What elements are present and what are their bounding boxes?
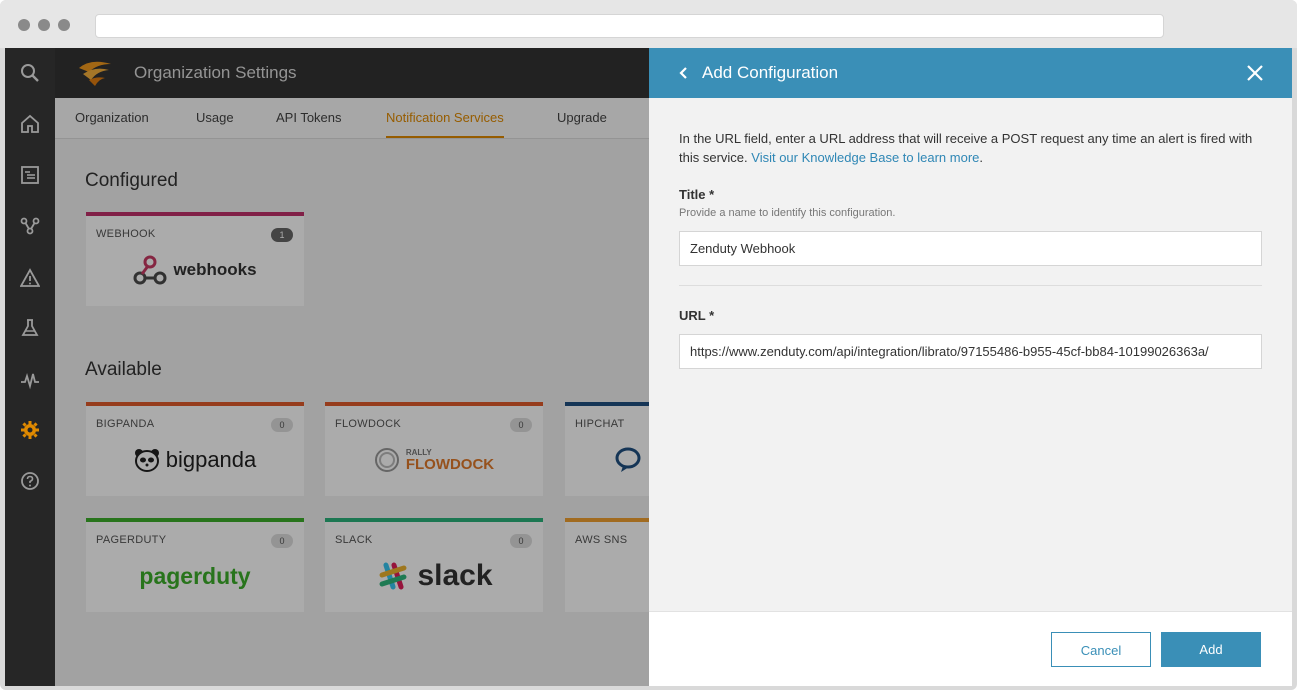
title-input[interactable] [679, 231, 1262, 266]
workflow-icon[interactable] [18, 214, 42, 238]
knowledge-base-link[interactable]: Visit our Knowledge Base to learn more [751, 150, 979, 165]
app: Organization Settings Organization Usage… [5, 48, 1292, 686]
browser-window: Organization Settings Organization Usage… [0, 0, 1297, 690]
dashboard-icon[interactable] [18, 163, 42, 187]
title-field-label: Title * [679, 187, 715, 202]
add-configuration-panel: Add Configuration In the URL field, ente… [649, 48, 1292, 686]
address-bar[interactable] [95, 14, 1164, 38]
panel-title: Add Configuration [702, 63, 839, 82]
panel-description: In the URL field, enter a URL address th… [679, 129, 1269, 167]
cancel-button[interactable]: Cancel [1051, 632, 1151, 667]
gear-icon[interactable] [18, 418, 42, 442]
description-suffix: . [979, 150, 983, 165]
help-icon[interactable] [18, 469, 42, 493]
url-field-label: URL * [679, 308, 715, 323]
title-field-help: Provide a name to identify this configur… [679, 207, 896, 219]
modal-backdrop[interactable] [55, 48, 649, 686]
alert-icon[interactable] [18, 266, 42, 290]
flask-icon[interactable] [18, 316, 42, 340]
window-minimize-dot[interactable] [38, 19, 50, 31]
add-button[interactable]: Add [1161, 632, 1261, 667]
url-input[interactable] [679, 334, 1262, 369]
metrics-icon[interactable] [18, 368, 42, 392]
panel-footer: Cancel Add [649, 611, 1292, 686]
back-icon[interactable] [677, 64, 691, 82]
divider [679, 285, 1262, 286]
browser-toolbar [0, 0, 1297, 48]
panel-header: Add Configuration [649, 48, 1292, 98]
close-icon[interactable] [1246, 64, 1264, 82]
search-icon[interactable] [18, 61, 42, 85]
window-maximize-dot[interactable] [58, 19, 70, 31]
window-close-dot[interactable] [18, 19, 30, 31]
left-rail [5, 48, 55, 686]
home-icon[interactable] [18, 112, 42, 136]
